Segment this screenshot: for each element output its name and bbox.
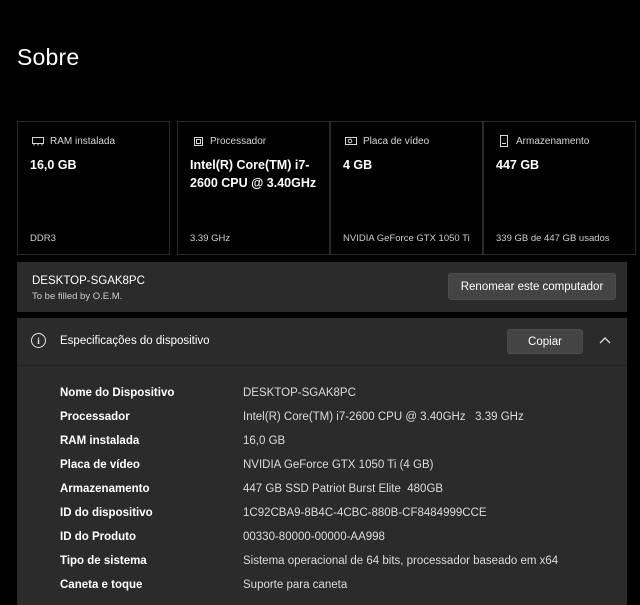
device-specs-title: Especificações do dispositivo bbox=[60, 335, 210, 347]
gpu-card-header: Placa de vídeo bbox=[363, 135, 430, 147]
spec-key: Processador bbox=[60, 411, 130, 423]
storage-card-header: Armazenamento bbox=[516, 135, 590, 147]
ram-icon bbox=[32, 135, 44, 147]
gpu-card-value: 4 GB bbox=[343, 158, 373, 172]
spec-key: Caneta e toque bbox=[60, 579, 143, 591]
storage-card-value: 447 GB bbox=[496, 158, 540, 172]
spec-value: Intel(R) Core(TM) i7-2600 CPU @ 3.40GHz … bbox=[243, 411, 524, 423]
spec-key: Armazenamento bbox=[60, 483, 150, 495]
processor-icon bbox=[192, 135, 204, 147]
spec-key: Nome do Dispositivo bbox=[60, 387, 175, 399]
processor-card-sub: 3.39 GHz bbox=[190, 233, 231, 244]
spec-key: ID do dispositivo bbox=[60, 507, 153, 519]
processor-card-header: Processador bbox=[210, 135, 267, 147]
spec-value: NVIDIA GeForce GTX 1050 Ti (4 GB) bbox=[243, 459, 434, 471]
ram-card-header: RAM instalada bbox=[50, 135, 116, 147]
spec-value: Suporte para caneta bbox=[243, 579, 348, 591]
gpu-card: Placa de vídeo 4 GB NVIDIA GeForce GTX 1… bbox=[330, 121, 483, 255]
device-specs-list: Nome do Dispositivo DESKTOP-SGAK8PC Proc… bbox=[17, 365, 627, 605]
computer-name-panel: DESKTOP-SGAK8PC To be filled by O.E.M. R… bbox=[17, 262, 627, 312]
copy-button[interactable]: Copiar bbox=[507, 329, 583, 354]
device-specs-header[interactable]: i Especificações do dispositivo Copiar bbox=[17, 318, 627, 365]
spec-value: 447 GB SSD Patriot Burst Elite 480GB bbox=[243, 483, 444, 495]
computer-manufacturer: To be filled by O.E.M. bbox=[32, 291, 123, 302]
spec-value: 1C92CBA9-8B4C-4CBC-880B-CF8484999CCE bbox=[243, 507, 487, 519]
gpu-icon bbox=[345, 135, 357, 147]
spec-value: 16,0 GB bbox=[243, 435, 286, 447]
storage-icon bbox=[498, 135, 510, 147]
chevron-up-icon[interactable] bbox=[597, 333, 613, 349]
processor-card-value: Intel(R) Core(TM) i7-2600 CPU @ 3.40GHz bbox=[190, 158, 317, 190]
spec-value: Sistema operacional de 64 bits, processa… bbox=[243, 555, 559, 567]
storage-card-sub: 339 GB de 447 GB usados bbox=[496, 233, 610, 244]
ram-card: RAM instalada 16,0 GB DDR3 bbox=[17, 121, 170, 255]
spec-value: 00330-80000-00000-AA998 bbox=[243, 531, 385, 543]
gpu-card-sub: NVIDIA GeForce GTX 1050 Ti bbox=[343, 233, 470, 244]
spec-key: RAM instalada bbox=[60, 435, 140, 447]
computer-name: DESKTOP-SGAK8PC bbox=[32, 275, 145, 287]
spec-key: ID do Produto bbox=[60, 531, 137, 543]
processor-card: Processador Intel(R) Core(TM) i7-2600 CP… bbox=[177, 121, 330, 255]
page-title: Sobre bbox=[17, 44, 80, 70]
info-icon: i bbox=[31, 333, 46, 348]
storage-card: Armazenamento 447 GB 339 GB de 447 GB us… bbox=[483, 121, 636, 255]
rename-computer-button[interactable]: Renomear este computador bbox=[448, 273, 616, 300]
ram-card-value: 16,0 GB bbox=[30, 158, 77, 172]
spec-key: Tipo de sistema bbox=[60, 555, 147, 567]
spec-value: DESKTOP-SGAK8PC bbox=[243, 387, 356, 399]
spec-key: Placa de vídeo bbox=[60, 459, 140, 471]
ram-card-sub: DDR3 bbox=[30, 233, 56, 244]
